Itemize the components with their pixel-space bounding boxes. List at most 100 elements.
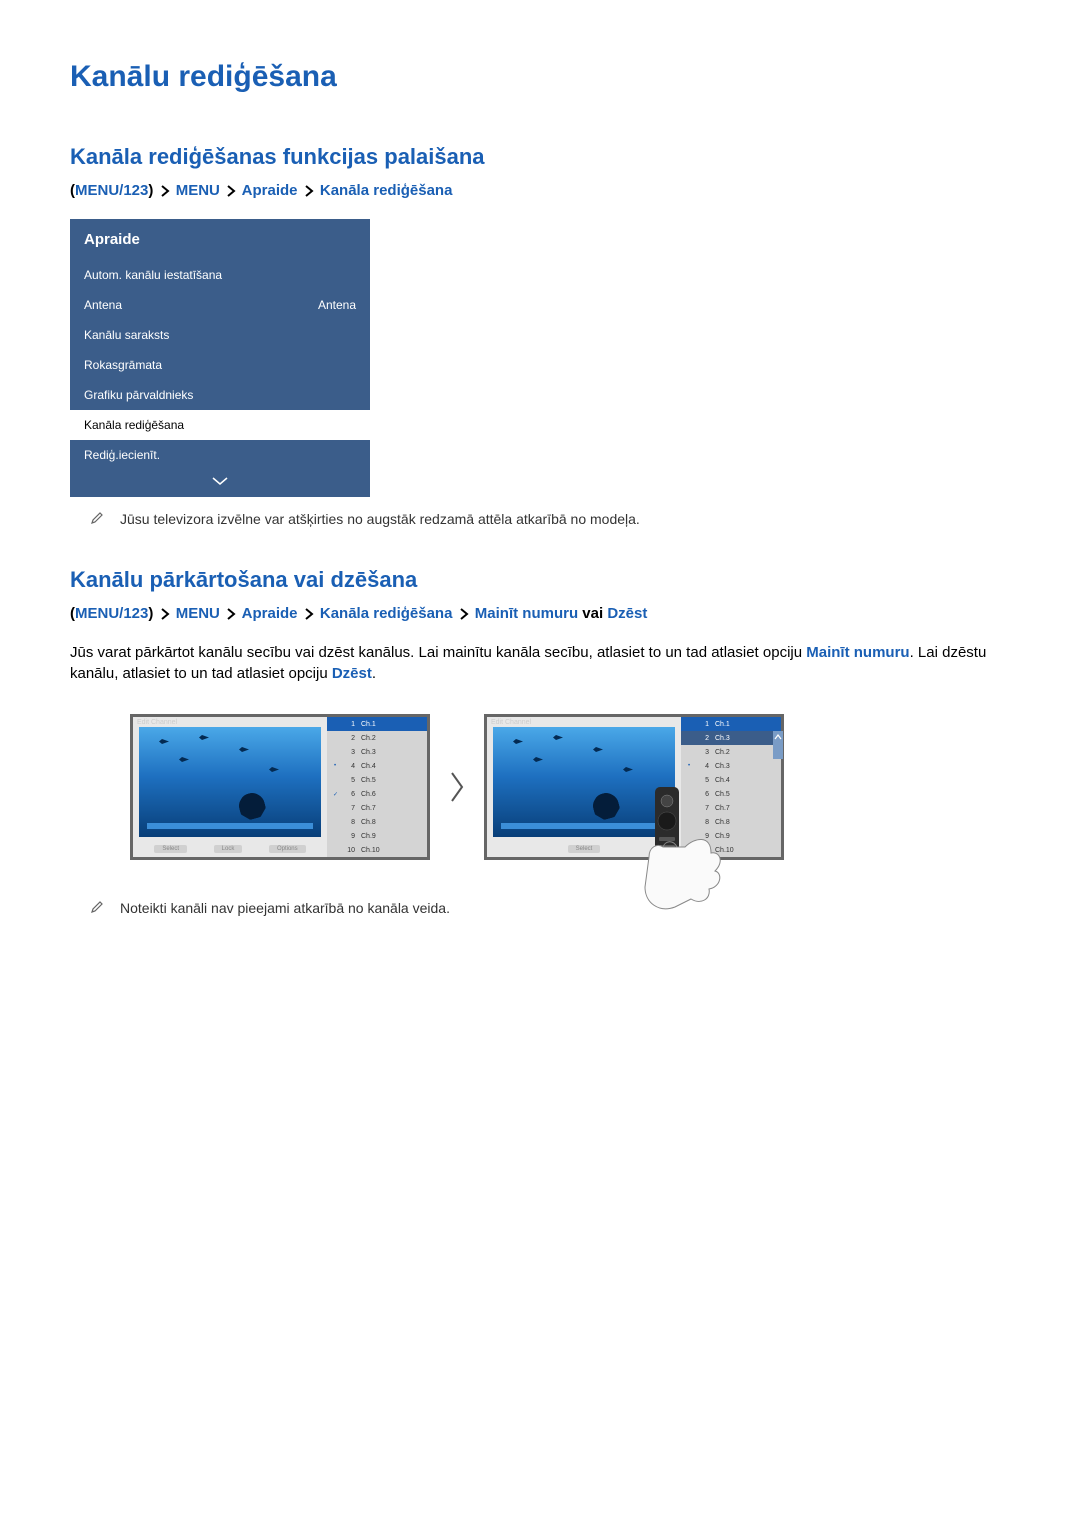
channel-number: 5 [697, 777, 709, 784]
menu-item[interactable]: Autom. kanālu iestatīšana [70, 260, 370, 290]
body-text-end: . [372, 665, 376, 682]
body-text-pre: Jūs varat pārkārtot kanālu secību vai dz… [70, 644, 806, 661]
breadcrumb-part1: MENU/123 [75, 605, 148, 622]
body-text: Jūs varat pārkārtot kanālu secību vai dz… [70, 642, 1010, 684]
channel-marker-icon: • [687, 763, 691, 769]
breadcrumb-1: (MENU/123) MENU Apraide Kanāla rediģēšan… [70, 182, 1010, 199]
channel-label: Ch.9 [715, 833, 730, 840]
breadcrumb-part3: Apraide [242, 605, 298, 622]
broadcast-menu-panel: Apraide Autom. kanālu iestatīšana Antena… [70, 219, 370, 497]
channel-label: Ch.7 [361, 805, 376, 812]
note-text: Noteikti kanāli nav pieejami atkarībā no… [120, 900, 450, 916]
channel-row[interactable]: 6 Ch.5 [681, 787, 781, 801]
channel-label: Ch.9 [361, 833, 376, 840]
channel-number: 10 [343, 847, 355, 854]
figure-button-select[interactable]: Select [568, 845, 601, 853]
breadcrumb-close: ) [148, 182, 153, 199]
menu-item[interactable]: Antena Antena [70, 290, 370, 320]
channel-row[interactable]: 7Ch.7 [327, 801, 427, 815]
menu-item-label: Kanāla rediģēšana [84, 418, 184, 432]
breadcrumb-part5: Mainīt numuru [475, 605, 578, 622]
channel-row[interactable]: 2 Ch.2 [327, 731, 427, 745]
section1-heading: Kanāla rediģēšanas funkcijas palaišana [70, 144, 1010, 170]
channel-label: Ch.3 [361, 749, 376, 756]
preview-image [139, 727, 321, 837]
breadcrumb-part6: Dzēst [607, 605, 647, 622]
channel-label: Ch.3 [715, 763, 730, 770]
channel-number: 3 [697, 749, 709, 756]
chevron-right-icon [160, 185, 170, 197]
chevron-right-icon [304, 608, 314, 620]
menu-item[interactable]: Rokasgrāmata [70, 350, 370, 380]
channel-row[interactable]: ✓ 6 Ch.6 [327, 787, 427, 801]
channel-label: Ch.2 [361, 735, 376, 742]
channel-number: 2 [697, 735, 709, 742]
note-1: Jūsu televizora izvēlne var atšķirties n… [90, 511, 1010, 527]
channel-row[interactable]: 3 Ch.3 [327, 745, 427, 759]
figure-before: Edit Channel All Select Lock Options 1Ch… [130, 714, 430, 860]
channel-number: 6 [697, 791, 709, 798]
menu-item[interactable]: Grafiku pārvaldnieks [70, 380, 370, 410]
menu-item[interactable]: Kanālu saraksts [70, 320, 370, 350]
channel-number: 1 [697, 721, 709, 728]
channel-number: 3 [343, 749, 355, 756]
channel-row[interactable]: 8Ch.8 [327, 815, 427, 829]
channel-row[interactable]: • 4 Ch.3 [681, 759, 781, 773]
menu-item-selected[interactable]: Kanāla rediģēšana [70, 410, 370, 440]
menu-item-label: Grafiku pārvaldnieks [84, 388, 193, 402]
body-link-dzest: Dzēst [332, 665, 372, 682]
breadcrumb-2: (MENU/123) MENU Apraide Kanāla rediģēšan… [70, 605, 1010, 622]
pencil-icon [90, 900, 104, 914]
channel-label: Ch.6 [361, 791, 376, 798]
figures: Edit Channel All Select Lock Options 1Ch… [130, 714, 1010, 860]
figure-caption: Edit Channel [491, 719, 531, 726]
channel-row[interactable]: 8Ch.8 [681, 815, 781, 829]
chevron-right-icon [226, 185, 236, 197]
channel-label: Ch.5 [361, 777, 376, 784]
figure-button-options[interactable]: Options [269, 845, 306, 853]
pencil-icon [90, 511, 104, 525]
chevron-down-icon[interactable] [70, 470, 370, 497]
channel-row[interactable]: 9 Ch.9 [327, 829, 427, 843]
preview-image [493, 727, 675, 837]
channel-number: 9 [343, 833, 355, 840]
channel-row[interactable]: 10Ch.10 [327, 843, 427, 857]
channel-label: Ch.7 [715, 805, 730, 812]
channel-row[interactable]: 5 Ch.4 [681, 773, 781, 787]
channel-number: 8 [697, 819, 709, 826]
channel-marker-icon: • [333, 763, 337, 769]
channel-row[interactable]: 9Ch.9 [681, 829, 781, 843]
breadcrumb-part1: MENU/123 [75, 182, 148, 199]
breadcrumb-part3: Apraide [242, 182, 298, 199]
menu-item-label: Antena [84, 298, 122, 312]
channel-label: Ch.8 [361, 819, 376, 826]
chevron-right-icon [160, 608, 170, 620]
channel-row[interactable]: •4Ch.4 [327, 759, 427, 773]
figure-button-lock[interactable]: Lock [214, 845, 243, 853]
chevron-right-icon [304, 185, 314, 197]
breadcrumb-close: ) [148, 605, 153, 622]
channel-row[interactable]: 1 Ch.1 [327, 717, 427, 731]
section2-heading: Kanālu pārkārtošana vai dzēšana [70, 567, 1010, 593]
channel-row[interactable]: 1Ch.1 [681, 717, 781, 731]
channel-row[interactable]: 10Ch.10 [681, 843, 781, 857]
channel-row[interactable]: 3Ch.2 [681, 745, 781, 759]
channel-row[interactable]: 5Ch.5 [327, 773, 427, 787]
channel-number: 4 [697, 763, 709, 770]
channel-label: Ch.3 [715, 735, 730, 742]
channel-list: 1Ch.12Ch.33Ch.2•4Ch.35Ch.46Ch.57Ch.78Ch.… [681, 717, 781, 857]
channel-label: Ch.4 [715, 777, 730, 784]
channel-number: 1 [343, 721, 355, 728]
channel-number: 10 [697, 847, 709, 854]
channel-label: Ch.1 [361, 721, 376, 728]
channel-row[interactable]: 7Ch.7 [681, 801, 781, 815]
channel-label: Ch.5 [715, 791, 730, 798]
channel-marker-icon: ✓ [333, 791, 337, 798]
channel-number: 2 [343, 735, 355, 742]
chevron-right-icon [459, 608, 469, 620]
menu-item[interactable]: Rediģ.iecienīt. [70, 440, 370, 470]
channel-row[interactable]: 2 Ch.3 [681, 731, 781, 745]
channel-number: 6 [343, 791, 355, 798]
figure-button-select[interactable]: Select [154, 845, 187, 853]
menu-item-label: Rokasgrāmata [84, 358, 162, 372]
